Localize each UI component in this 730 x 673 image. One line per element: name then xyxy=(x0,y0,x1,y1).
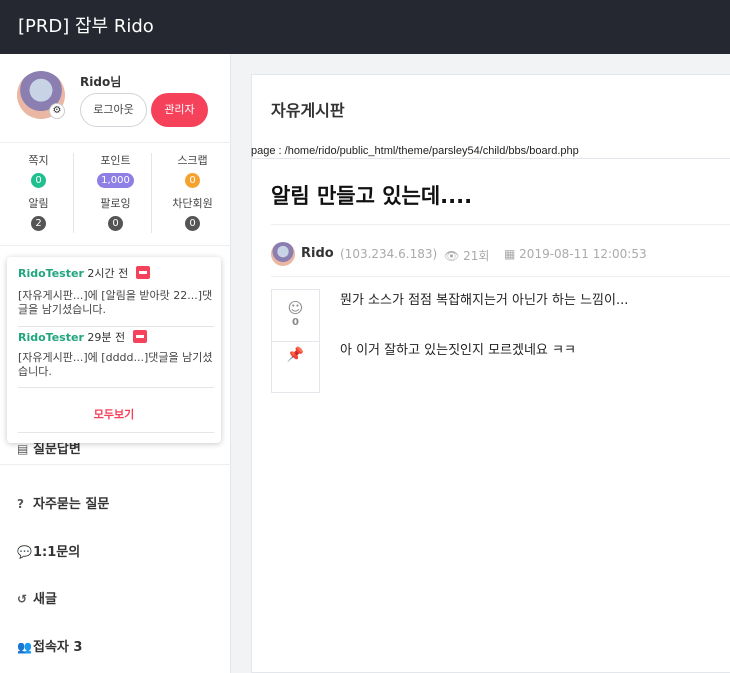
post-ip: (103.234.6.183) xyxy=(340,247,438,261)
stat-following[interactable]: 팔로잉 0 xyxy=(77,195,154,231)
stat-value: 0 xyxy=(185,173,200,188)
views-count: 21회 xyxy=(463,249,490,263)
see-all-link[interactable]: 모두보기 xyxy=(7,406,221,422)
like-button[interactable]: ☺ 0 xyxy=(272,290,319,342)
divider xyxy=(271,276,730,277)
notification-author: RidoTester xyxy=(18,267,84,280)
divider xyxy=(73,153,74,233)
post-title: 알림 만들고 있는데.... xyxy=(271,184,473,208)
post-paragraph: 뭔가 소스가 점점 복잡해지는거 아닌가 하는 느낌이... xyxy=(340,293,629,308)
logout-button[interactable]: 로그아웃 xyxy=(80,93,147,127)
post-author[interactable]: Rido xyxy=(301,246,334,261)
stat-label: 차단회원 xyxy=(172,197,213,210)
post-views: 👁 21회 xyxy=(444,247,489,264)
divider xyxy=(0,464,231,465)
menu-item-new-posts[interactable]: ↺ 새글 xyxy=(17,588,57,607)
main-content: 자유게시판 page : /home/rido/public_html/them… xyxy=(251,74,730,673)
stat-messages[interactable]: 쪽지 0 xyxy=(0,152,77,188)
post-date: ▦ 2019-08-11 12:00:53 xyxy=(504,247,647,261)
notification-header: RidoTester 2시간 전 xyxy=(18,266,214,281)
menu-label: 자주묻는 질문 xyxy=(33,497,110,512)
stat-value: 0 xyxy=(185,216,200,231)
stat-label: 스크랩 xyxy=(177,154,208,167)
divider xyxy=(18,387,214,388)
menu-label: 접속자 3 xyxy=(33,640,83,655)
dismiss-icon[interactable] xyxy=(132,330,147,343)
notification-time: 29분 전 xyxy=(87,331,126,344)
profile-panel: ⚙ Rido님 로그아웃 관리자 xyxy=(0,54,231,142)
notification-text: [자유게시판...]에 [dddd...]댓글을 남기셨습니다. xyxy=(18,351,213,378)
like-count: 0 xyxy=(292,317,299,328)
stat-label: 포인트 xyxy=(100,154,131,167)
users-icon: 👥 xyxy=(17,640,32,654)
stat-label: 쪽지 xyxy=(28,154,49,167)
post-actions: ☺ 0 📌 xyxy=(271,289,320,393)
notification-item[interactable]: RidoTester 29분 전 [자유게시판...]에 [dddd...]댓글… xyxy=(18,330,214,379)
site-title[interactable]: [PRD] 잡부 Rido xyxy=(18,12,154,38)
notification-time: 2시간 전 xyxy=(87,267,129,280)
top-bar: [PRD] 잡부 Rido xyxy=(0,0,730,54)
menu-label: 질문답변 xyxy=(33,442,81,457)
notification-header: RidoTester 29분 전 xyxy=(18,330,214,345)
menu-item-visitors[interactable]: 👥접속자 3 xyxy=(17,636,82,655)
stat-value: 2 xyxy=(31,216,46,231)
stat-points[interactable]: 포인트 1,000 xyxy=(77,152,154,188)
dismiss-icon[interactable] xyxy=(135,266,150,279)
stat-blocked[interactable]: 차단회원 0 xyxy=(154,195,231,231)
date-text: 2019-08-11 12:00:53 xyxy=(519,247,647,261)
document-icon: ▤ xyxy=(17,442,29,456)
chat-icon: 💬 xyxy=(17,545,32,559)
menu-item-faq[interactable]: ? 자주묻는 질문 xyxy=(17,493,109,512)
notification-text: [자유게시판...]에 [알림을 받아랏 22...]댓글을 남기셨습니다. xyxy=(18,289,213,316)
divider xyxy=(18,326,214,327)
admin-button[interactable]: 관리자 xyxy=(151,93,208,127)
divider xyxy=(151,153,152,233)
stat-scrap[interactable]: 스크랩 0 xyxy=(154,152,231,188)
stat-label: 팔로잉 xyxy=(100,197,131,210)
gear-icon[interactable]: ⚙ xyxy=(49,103,65,119)
stat-label: 알림 xyxy=(28,197,49,210)
stats-panel: 쪽지 0 포인트 1,000 스크랩 0 알림 2 팔로잉 0 차단회원 0 xyxy=(0,142,231,246)
notification-item[interactable]: RidoTester 2시간 전 [자유게시판...]에 [알림을 받아랏 22… xyxy=(18,266,214,317)
username: Rido님 xyxy=(80,75,122,89)
board-title[interactable]: 자유게시판 xyxy=(271,97,345,121)
page-path: page : /home/rido/public_html/theme/pars… xyxy=(251,145,730,159)
smile-icon: ☺ xyxy=(287,299,304,317)
history-icon: ↺ xyxy=(17,592,28,606)
question-icon: ? xyxy=(17,497,24,511)
post-meta: Rido (103.234.6.183) 👁 21회 ▦ 2019-08-11 … xyxy=(271,242,730,266)
stat-value: 1,000 xyxy=(97,173,134,188)
menu-label: 새글 xyxy=(33,592,57,607)
divider xyxy=(18,432,214,433)
pin-button[interactable]: 📌 xyxy=(272,347,319,363)
notification-dropdown: RidoTester 2시간 전 [자유게시판...]에 [알림을 받아랏 22… xyxy=(7,257,221,443)
menu-label: 1:1문의 xyxy=(33,545,81,560)
divider xyxy=(271,224,730,225)
notification-author: RidoTester xyxy=(18,331,84,344)
post-paragraph: 아 이거 잘하고 있는짓인지 모르겠네요 ㅋㅋ xyxy=(340,343,576,358)
stat-alerts[interactable]: 알림 2 xyxy=(0,195,77,231)
pin-icon: 📌 xyxy=(286,347,305,363)
sidebar: ⚙ Rido님 로그아웃 관리자 쪽지 0 포인트 1,000 스크랩 0 알림… xyxy=(0,54,231,673)
stat-value: 0 xyxy=(31,173,46,188)
post-body: 뭔가 소스가 점점 복잡해지는거 아닌가 하는 느낌이... 아 이거 잘하고 … xyxy=(340,293,720,393)
menu-item-inquiry[interactable]: 💬1:1문의 xyxy=(17,541,80,560)
calendar-icon: ▦ xyxy=(504,247,516,261)
author-avatar[interactable] xyxy=(271,242,295,266)
eye-icon: 👁 xyxy=(444,249,460,263)
stat-value: 0 xyxy=(108,216,123,231)
